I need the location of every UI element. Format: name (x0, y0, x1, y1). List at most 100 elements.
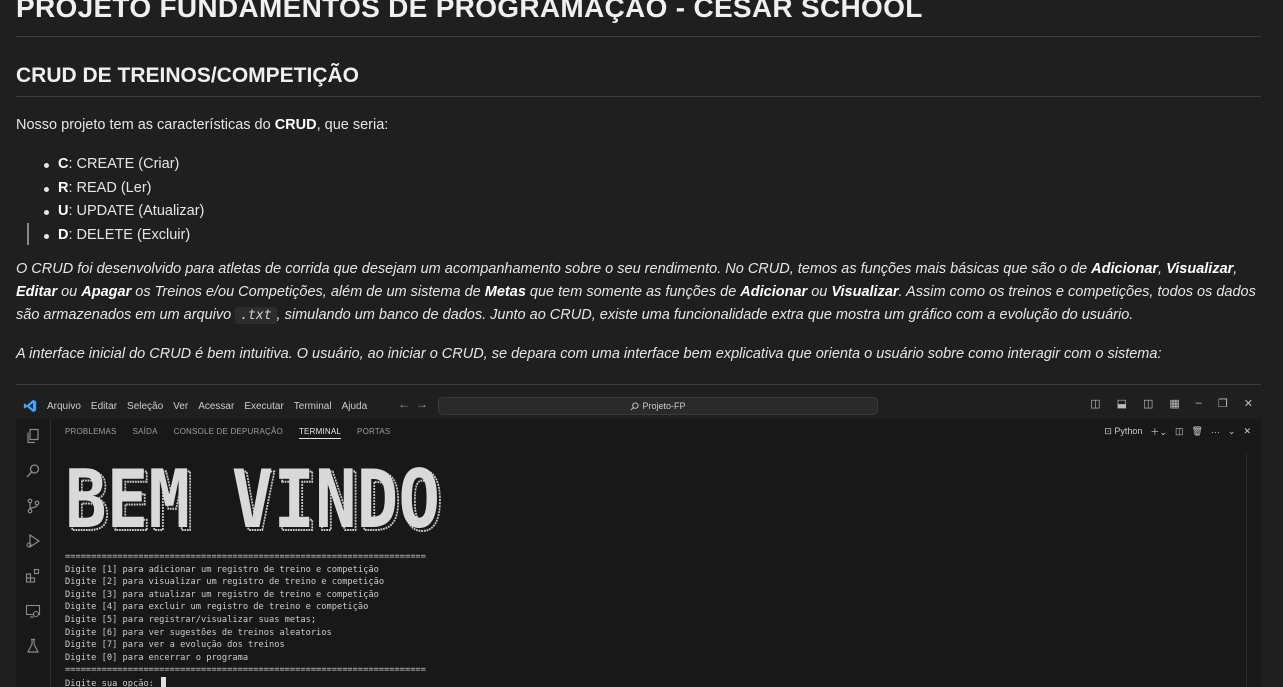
back-arrow-icon[interactable]: ← (398, 397, 416, 411)
menu-selecao[interactable]: Seleção (127, 401, 163, 412)
section-heading: CRUD DE TREINOS/COMPETIÇÃO (16, 64, 360, 87)
customize-layout-icon[interactable]: ▦ (1169, 397, 1179, 410)
tab-problemas[interactable]: PROBLEMAS (65, 427, 117, 439)
intro-paragraph: Nosso projeto tem as características do … (16, 114, 388, 137)
terminal-line: Digite [7] para ver a evolução dos trein… (65, 640, 285, 651)
chevron-down-icon[interactable]: ⌄ (1228, 426, 1236, 437)
menu-acessar[interactable]: Acessar (198, 401, 234, 412)
welcome-banner: BEM VINDO BEM VINDO (65, 459, 444, 539)
trash-icon[interactable]: 🗑 (1191, 426, 1202, 437)
interface-paragraph: A interface inicial do CRUD é bem intuit… (16, 346, 1162, 362)
list-item: C: CREATE (Criar) (16, 153, 204, 177)
search-text: Projeto-FP (642, 401, 686, 411)
list-item: U: UPDATE (Atualizar) (16, 200, 204, 224)
list-item-letter: U (58, 203, 69, 219)
command-center-search[interactable]: Projeto-FP (438, 397, 878, 415)
close-icon[interactable]: ✕ (1244, 397, 1253, 410)
desc-bold: Adicionar (1091, 261, 1159, 277)
terminal-line: Digite [1] para adicionar um registro de… (65, 564, 379, 575)
list-item-text: : CREATE (Criar) (68, 156, 180, 172)
terminal-line: Digite [5] para registrar/visualizar sua… (65, 614, 317, 625)
more-actions-icon[interactable]: ··· (1211, 427, 1220, 437)
terminal-scrollbar[interactable] (1246, 453, 1255, 687)
desc-text: , simulando um banco de dados. Junto ao … (276, 307, 1134, 323)
window-controls: ◫ ⬓ ◫ ▦ – ❐ ✕ (1090, 397, 1253, 410)
vscode-logo-icon (23, 399, 37, 413)
terminal-line: Digite [6] para ver sugestões de treinos… (65, 627, 332, 638)
text-caret-indicator (27, 223, 29, 245)
activity-bar (16, 419, 51, 687)
terminal-line: Digite [3] para atualizar um registro de… (65, 589, 379, 600)
minimize-icon[interactable]: – (1196, 397, 1202, 410)
terminal-icon: ⊡ (1104, 426, 1112, 436)
description-paragraph: O CRUD foi desenvolvido para atletas de … (16, 258, 1266, 327)
desc-bold: Editar (16, 284, 58, 300)
tab-saida[interactable]: SAÍDA (133, 427, 158, 439)
tab-terminal[interactable]: TERMINAL (298, 427, 342, 439)
image-divider (16, 384, 1261, 385)
list-item-letter: D (58, 226, 69, 243)
desc-text: ou (807, 284, 832, 300)
terminal-line: Digite [0] para encerrar o programa (65, 652, 249, 663)
desc-bold: Adicionar (740, 284, 808, 300)
close-panel-icon[interactable]: ✕ (1243, 426, 1251, 437)
menu-editar[interactable]: Editar (91, 401, 117, 412)
desc-text: O CRUD foi desenvolvido para atletas de … (16, 261, 1092, 277)
list-item-text: : UPDATE (Atualizar) (68, 203, 205, 219)
terminal-output: ========================================… (65, 551, 426, 687)
menu-ajuda[interactable]: Ajuda (342, 401, 368, 412)
extensions-icon[interactable] (25, 568, 41, 584)
section-divider (16, 96, 1261, 97)
search-icon[interactable] (25, 463, 41, 479)
terminal-profile-label: Python (1114, 426, 1143, 436)
crud-list: C: CREATE (Criar) R: READ (Ler) U: UPDAT… (16, 153, 204, 247)
explorer-icon[interactable] (25, 428, 41, 444)
tab-portas[interactable]: PORTAS (357, 427, 390, 439)
split-terminal-icon[interactable]: ◫ (1175, 426, 1184, 437)
panel-tabs: PROBLEMAS SAÍDA CONSOLE DE DEPURAÇÃO TER… (65, 427, 390, 439)
toggle-secondary-sidebar-icon[interactable]: ◫ (1143, 397, 1153, 410)
terminal-profile[interactable]: ⊡ Python (1104, 426, 1142, 437)
new-terminal-icon[interactable]: ＋⌄ (1150, 425, 1167, 438)
page-title: PROJETO FUNDAMENTOS DE PROGRAMAÇÃO - CES… (16, 0, 923, 23)
terminal-prompt: Digite sua opção: (65, 678, 160, 687)
menu-terminal[interactable]: Terminal (294, 401, 332, 412)
desc-text: , (1233, 261, 1238, 277)
list-item-text: : READ (Ler) (68, 179, 152, 196)
forward-arrow-icon[interactable]: → (416, 397, 434, 411)
banner-text: BEM VINDO (65, 459, 440, 539)
menu-arquivo[interactable]: Arquivo (47, 401, 81, 412)
title-bar: Arquivo Editar Seleção Ver Acessar Execu… (16, 393, 1261, 419)
restore-icon[interactable]: ❐ (1218, 397, 1228, 410)
testing-icon[interactable] (25, 638, 41, 654)
menu-executar[interactable]: Executar (244, 401, 283, 412)
toggle-sidebar-icon[interactable]: ◫ (1090, 397, 1100, 410)
intro-text-end: , que seria: (316, 117, 389, 133)
terminal-line: Digite [4] para excluir um registro de t… (65, 602, 369, 613)
menu-ver[interactable]: Ver (173, 401, 188, 412)
desc-bold: Metas (484, 284, 526, 300)
desc-text: que tem somente as funções de (525, 284, 741, 300)
vscode-screenshot: Arquivo Editar Seleção Ver Acessar Execu… (16, 393, 1261, 687)
list-item-letter: R (58, 179, 69, 196)
title-divider (16, 36, 1261, 37)
terminal-cursor (161, 676, 167, 687)
toggle-panel-icon[interactable]: ⬓ (1117, 397, 1127, 410)
terminal[interactable]: BEM VINDO BEM VINDO ====================… (51, 445, 1246, 687)
panel-controls: ⊡ Python ＋⌄ ◫ 🗑 ··· ⌄ ✕ (1104, 425, 1251, 438)
tab-console-depuracao[interactable]: CONSOLE DE DEPURAÇÃO (174, 427, 283, 439)
nav-arrows: ←→ (398, 397, 434, 411)
list-item-letter: C (58, 156, 69, 172)
desc-bold: Visualizar (1166, 261, 1234, 277)
menu-bar: Arquivo Editar Seleção Ver Acessar Execu… (47, 393, 367, 419)
run-debug-icon[interactable] (25, 533, 41, 549)
desc-text: ou (57, 284, 82, 300)
source-control-icon[interactable] (25, 498, 41, 514)
desc-text: os Treinos e/ou Competições, além de um … (131, 284, 485, 300)
list-item: R: READ (Ler) (16, 177, 204, 201)
list-item-text: : DELETE (Excluir) (68, 226, 191, 243)
desc-bold: Visualizar (831, 284, 899, 300)
remote-explorer-icon[interactable] (25, 603, 41, 619)
desc-bold: Apagar (81, 284, 132, 300)
terminal-line: ========================================… (65, 552, 426, 562)
